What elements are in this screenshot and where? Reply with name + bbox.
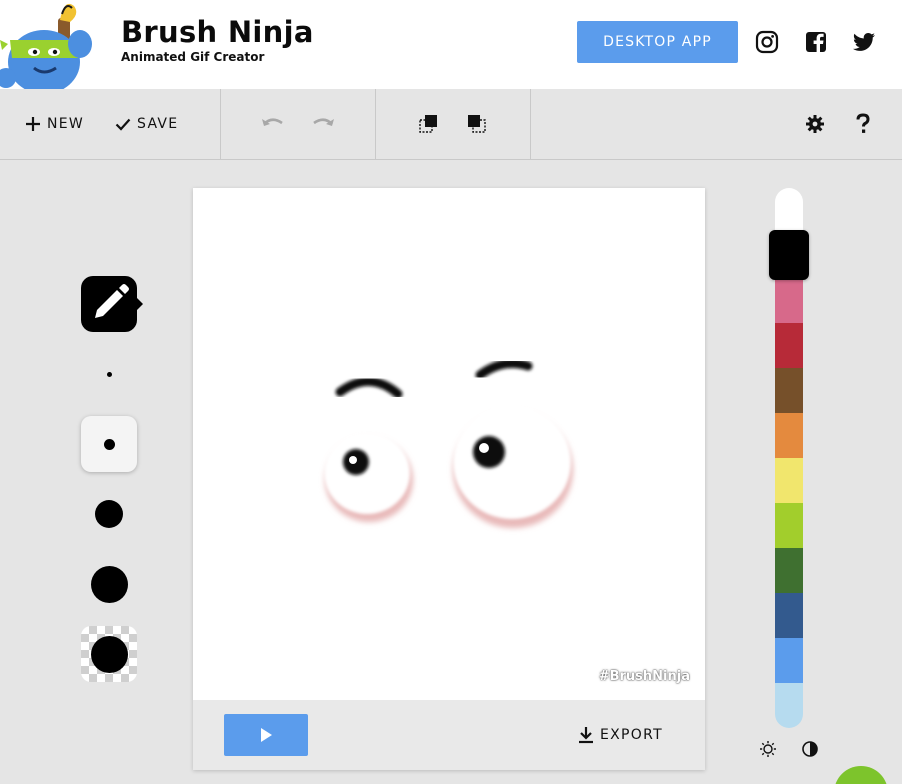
desktop-app-button[interactable]: DESKTOP APP (577, 21, 738, 63)
save-button[interactable]: SAVE (115, 113, 178, 135)
brush-size-medium[interactable] (81, 486, 137, 542)
download-icon (579, 727, 593, 744)
toolbar: NEW SAVE (0, 89, 902, 160)
brush-size-small[interactable] (81, 416, 137, 472)
app-title: Brush Ninja (121, 15, 314, 49)
color-swatch[interactable] (775, 458, 803, 503)
instagram-icon[interactable] (755, 30, 779, 54)
undo-icon[interactable] (261, 115, 285, 131)
color-swatch[interactable] (775, 413, 803, 458)
color-swatch[interactable] (775, 683, 803, 728)
help-chat-button[interactable] (834, 766, 888, 784)
color-swatch[interactable] (775, 368, 803, 413)
app-subtitle: Animated Gif Creator (121, 50, 265, 64)
export-button[interactable]: EXPORT (578, 725, 663, 745)
brush-ninja-mascot-logo[interactable] (0, 0, 104, 89)
color-swatch[interactable] (775, 503, 803, 548)
color-swatch[interactable] (775, 323, 803, 368)
brush-dot (95, 500, 123, 528)
settings-gear-icon[interactable] (805, 114, 825, 134)
color-swatch[interactable] (775, 593, 803, 638)
play-icon (261, 728, 272, 742)
help-question-icon[interactable] (855, 113, 871, 135)
toolbar-divider (530, 89, 531, 159)
brushninja-watermark: #BrushNinja (598, 669, 690, 684)
redo-icon[interactable] (311, 115, 335, 131)
color-swatch[interactable] (775, 188, 803, 233)
brightness-icon[interactable] (759, 740, 777, 758)
brush-size-extra-small[interactable] (81, 346, 137, 402)
toolbar-divider (375, 89, 376, 159)
new-label: NEW (47, 116, 85, 132)
pencil-icon (95, 284, 143, 318)
toolbar-divider (220, 89, 221, 159)
brush-dot (90, 565, 128, 603)
color-swatch[interactable] (775, 278, 803, 323)
drawing-canvas-panel: #BrushNinja EXPORT (193, 188, 705, 770)
plus-icon (26, 117, 40, 131)
color-swatch[interactable] (775, 548, 803, 593)
canvas-footer: EXPORT (193, 700, 705, 770)
app-header: Brush Ninja Animated Gif Creator DESKTOP… (0, 0, 902, 89)
brush-dot (90, 635, 128, 673)
brush-size-eraser[interactable] (81, 626, 137, 682)
selected-color-swatch[interactable] (769, 230, 809, 280)
duplicate-frame-icon[interactable] (466, 113, 488, 135)
export-label: EXPORT (600, 727, 663, 743)
pencil-tool-button[interactable] (81, 276, 143, 332)
drawing-canvas[interactable] (193, 188, 705, 700)
facebook-icon[interactable] (804, 30, 828, 54)
brush-size-large[interactable] (81, 556, 137, 612)
twitter-icon[interactable] (852, 30, 876, 54)
copy-frame-icon[interactable] (418, 113, 440, 135)
brush-dot (106, 371, 112, 377)
new-button[interactable]: NEW (25, 113, 84, 135)
play-button[interactable] (224, 714, 308, 756)
color-swatch[interactable] (775, 638, 803, 683)
checkmark-icon (115, 118, 131, 131)
save-label: SAVE (137, 116, 179, 132)
contrast-icon[interactable] (801, 740, 819, 758)
brush-dot (103, 438, 115, 450)
